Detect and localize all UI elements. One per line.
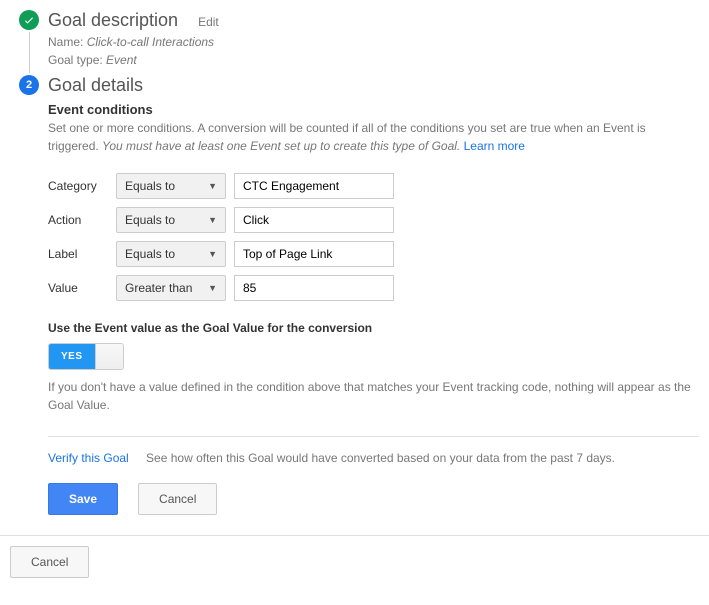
goal-type-summary: Goal type: Event — [48, 53, 699, 67]
step1-title: Goal description — [48, 10, 178, 31]
goal-value-section: Use the Event value as the Goal Value fo… — [48, 321, 699, 414]
label-value-input[interactable] — [234, 241, 394, 267]
caret-down-icon: ▼ — [208, 181, 217, 191]
value-label: Value — [48, 281, 108, 295]
caret-down-icon: ▼ — [208, 215, 217, 225]
toggle-yes[interactable]: YES — [49, 344, 95, 369]
action-operator-dropdown[interactable]: Equals to ▼ — [116, 207, 226, 233]
category-value-input[interactable] — [234, 173, 394, 199]
category-operator-dropdown[interactable]: Equals to ▼ — [116, 173, 226, 199]
event-conditions-help: Set one or more conditions. A conversion… — [48, 119, 699, 155]
goal-value-toggle[interactable]: YES — [48, 343, 124, 370]
footer-cancel-button[interactable]: Cancel — [10, 546, 89, 578]
verify-goal-link[interactable]: Verify this Goal — [48, 451, 129, 465]
event-conditions-heading: Event conditions — [48, 102, 699, 117]
value-operator-dropdown[interactable]: Greater than ▼ — [116, 275, 226, 301]
action-label: Action — [48, 213, 108, 227]
category-label: Category — [48, 179, 108, 193]
label-label: Label — [48, 247, 108, 261]
label-operator-dropdown[interactable]: Equals to ▼ — [116, 241, 226, 267]
goal-value-title: Use the Event value as the Goal Value fo… — [48, 321, 699, 335]
toggle-off-side[interactable] — [95, 344, 123, 369]
save-button[interactable]: Save — [48, 483, 118, 515]
step2-number-indicator: 2 — [19, 75, 39, 95]
verify-help-text: See how often this Goal would have conve… — [146, 451, 615, 465]
caret-down-icon: ▼ — [208, 283, 217, 293]
step1-done-indicator — [19, 10, 39, 30]
footer: Cancel — [0, 535, 709, 588]
action-value-input[interactable] — [234, 207, 394, 233]
conditions-table: Category Equals to ▼ Action Equals to ▼ … — [48, 173, 699, 301]
goal-value-help: If you don't have a value defined in the… — [48, 378, 699, 414]
goal-name-summary: Name: Click-to-call Interactions — [48, 35, 699, 49]
check-icon — [23, 14, 35, 26]
value-value-input[interactable] — [234, 275, 394, 301]
step-goal-details: 2 Goal details Event conditions Set one … — [10, 75, 699, 523]
edit-link[interactable]: Edit — [198, 15, 219, 29]
step2-title: Goal details — [48, 75, 143, 96]
step-goal-description: Goal description Edit Name: Click-to-cal… — [10, 10, 699, 75]
cancel-button[interactable]: Cancel — [138, 483, 217, 515]
divider — [48, 436, 699, 437]
caret-down-icon: ▼ — [208, 249, 217, 259]
learn-more-link[interactable]: Learn more — [464, 139, 525, 153]
verify-row: Verify this Goal See how often this Goal… — [48, 451, 699, 465]
